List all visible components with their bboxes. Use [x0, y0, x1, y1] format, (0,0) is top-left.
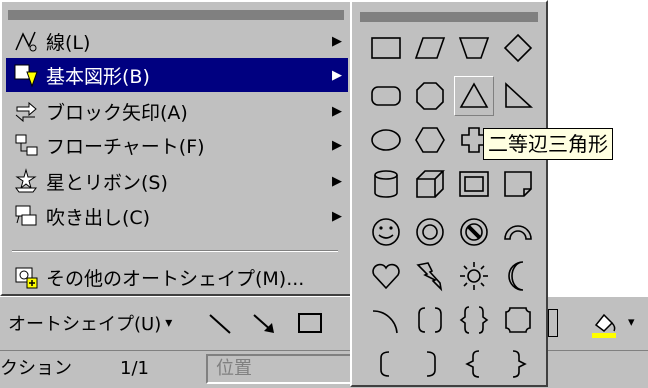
menu-item-flowchart[interactable]: フローチャート(F) ▶: [6, 128, 348, 162]
block-arrows-icon: [12, 98, 40, 124]
menu-grip[interactable]: [8, 10, 344, 20]
toolbar-button-partial[interactable]: [548, 309, 558, 337]
menu-item-label: その他のオートシェイプ(M)...: [46, 267, 305, 290]
statusbar-right: [548, 350, 648, 388]
fill-color-icon[interactable]: [588, 307, 620, 339]
basic-shapes-icon: [12, 62, 40, 88]
drawing-toolbar-right: ▾: [548, 296, 648, 351]
menu-item-label: 吹き出し(C): [46, 206, 151, 229]
trapezoid-icon[interactable]: [454, 28, 494, 68]
submenu-arrow-icon: ▶: [332, 208, 342, 224]
rectangle-tool-icon[interactable]: [296, 309, 324, 337]
chevron-down-icon: ▾: [165, 315, 173, 331]
submenu-arrow-icon: ▶: [332, 33, 342, 49]
menu-item-block-arrows[interactable]: ブロック矢印(A) ▶: [6, 94, 348, 128]
bevel-icon[interactable]: [454, 164, 494, 204]
autoshape-button[interactable]: オートシェイプ(U) ▾: [8, 307, 172, 339]
menu-item-label: ブロック矢印(A): [46, 101, 188, 124]
oval-icon[interactable]: [366, 120, 406, 160]
right-brace-icon[interactable]: [498, 344, 538, 384]
submenu-arrow-icon: ▶: [332, 173, 342, 189]
flowchart-icon: [12, 132, 40, 158]
can-icon[interactable]: [366, 164, 406, 204]
status-section: クション: [0, 358, 72, 379]
callouts-icon: [12, 203, 40, 229]
parallelogram-icon[interactable]: [410, 28, 450, 68]
right-bracket-icon[interactable]: [410, 344, 450, 384]
no-symbol-icon[interactable]: [454, 212, 494, 252]
menu-item-label: フローチャート(F): [46, 135, 205, 158]
left-bracket-icon[interactable]: [366, 344, 406, 384]
menu-item-more-autoshapes[interactable]: その他のオートシェイプ(M)...: [6, 260, 348, 294]
menu-item-stars-ribbons[interactable]: 星とリボン(S) ▶: [6, 164, 348, 198]
submenu-arrow-icon: ▶: [332, 137, 342, 153]
menu-item-line[interactable]: 線(L) ▶: [6, 24, 348, 58]
rectangle-icon[interactable]: [366, 28, 406, 68]
menu-item-label: 星とリボン(S): [46, 171, 168, 194]
more-autoshapes-icon: [12, 264, 40, 290]
plaque-icon[interactable]: [498, 300, 538, 340]
basic-shapes-submenu: [350, 0, 548, 387]
rounded-rectangle-icon[interactable]: [366, 76, 406, 116]
status-page: 1/1: [120, 358, 149, 379]
hexagon-icon[interactable]: [410, 120, 450, 160]
smiley-face-icon[interactable]: [366, 212, 406, 252]
octagon-icon[interactable]: [410, 76, 450, 116]
left-brace-icon[interactable]: [454, 344, 494, 384]
line-icon: [12, 28, 40, 54]
fill-color-dropdown-icon[interactable]: ▾: [628, 315, 635, 330]
arc-icon[interactable]: [366, 300, 406, 340]
autoshape-label: オートシェイプ(U): [8, 314, 162, 335]
arrow-tool-icon[interactable]: [250, 309, 278, 337]
isosceles-triangle-icon[interactable]: [454, 76, 494, 116]
right-triangle-icon[interactable]: [498, 76, 538, 116]
donut-icon[interactable]: [410, 212, 450, 252]
statusbar: クション 1/1 位置: [0, 350, 352, 388]
lightning-bolt-icon[interactable]: [410, 256, 450, 296]
autoshape-menu: 線(L) ▶ 基本図形(B) ▶ ブロック矢印(A) ▶ フローチャート(F) ▶ 星とリボン(…: [0, 0, 352, 296]
submenu-arrow-icon: ▶: [332, 103, 342, 119]
menu-item-label: 基本図形(B): [46, 65, 150, 88]
heart-icon[interactable]: [366, 256, 406, 296]
folded-corner-icon[interactable]: [498, 164, 538, 204]
moon-icon[interactable]: [498, 256, 538, 296]
submenu-grip[interactable]: [360, 12, 538, 22]
status-position: 位置: [216, 358, 252, 379]
line-tool-icon[interactable]: [206, 309, 234, 337]
cube-icon[interactable]: [410, 164, 450, 204]
sun-icon[interactable]: [454, 256, 494, 296]
submenu-arrow-icon: ▶: [332, 67, 342, 83]
menu-separator: [12, 250, 338, 252]
status-position-box: 位置: [206, 354, 352, 384]
drawing-toolbar: オートシェイプ(U) ▾: [0, 296, 352, 351]
menu-item-basic-shapes[interactable]: 基本図形(B) ▶: [6, 58, 348, 92]
tooltip: 二等辺三角形: [483, 128, 613, 160]
menu-item-label: 線(L): [46, 31, 91, 54]
double-brace-icon[interactable]: [454, 300, 494, 340]
double-bracket-icon[interactable]: [410, 300, 450, 340]
block-arc-icon[interactable]: [498, 212, 538, 252]
menu-item-callouts[interactable]: 吹き出し(C) ▶: [6, 199, 348, 233]
stars-ribbons-icon: [12, 168, 40, 194]
diamond-icon[interactable]: [498, 28, 538, 68]
